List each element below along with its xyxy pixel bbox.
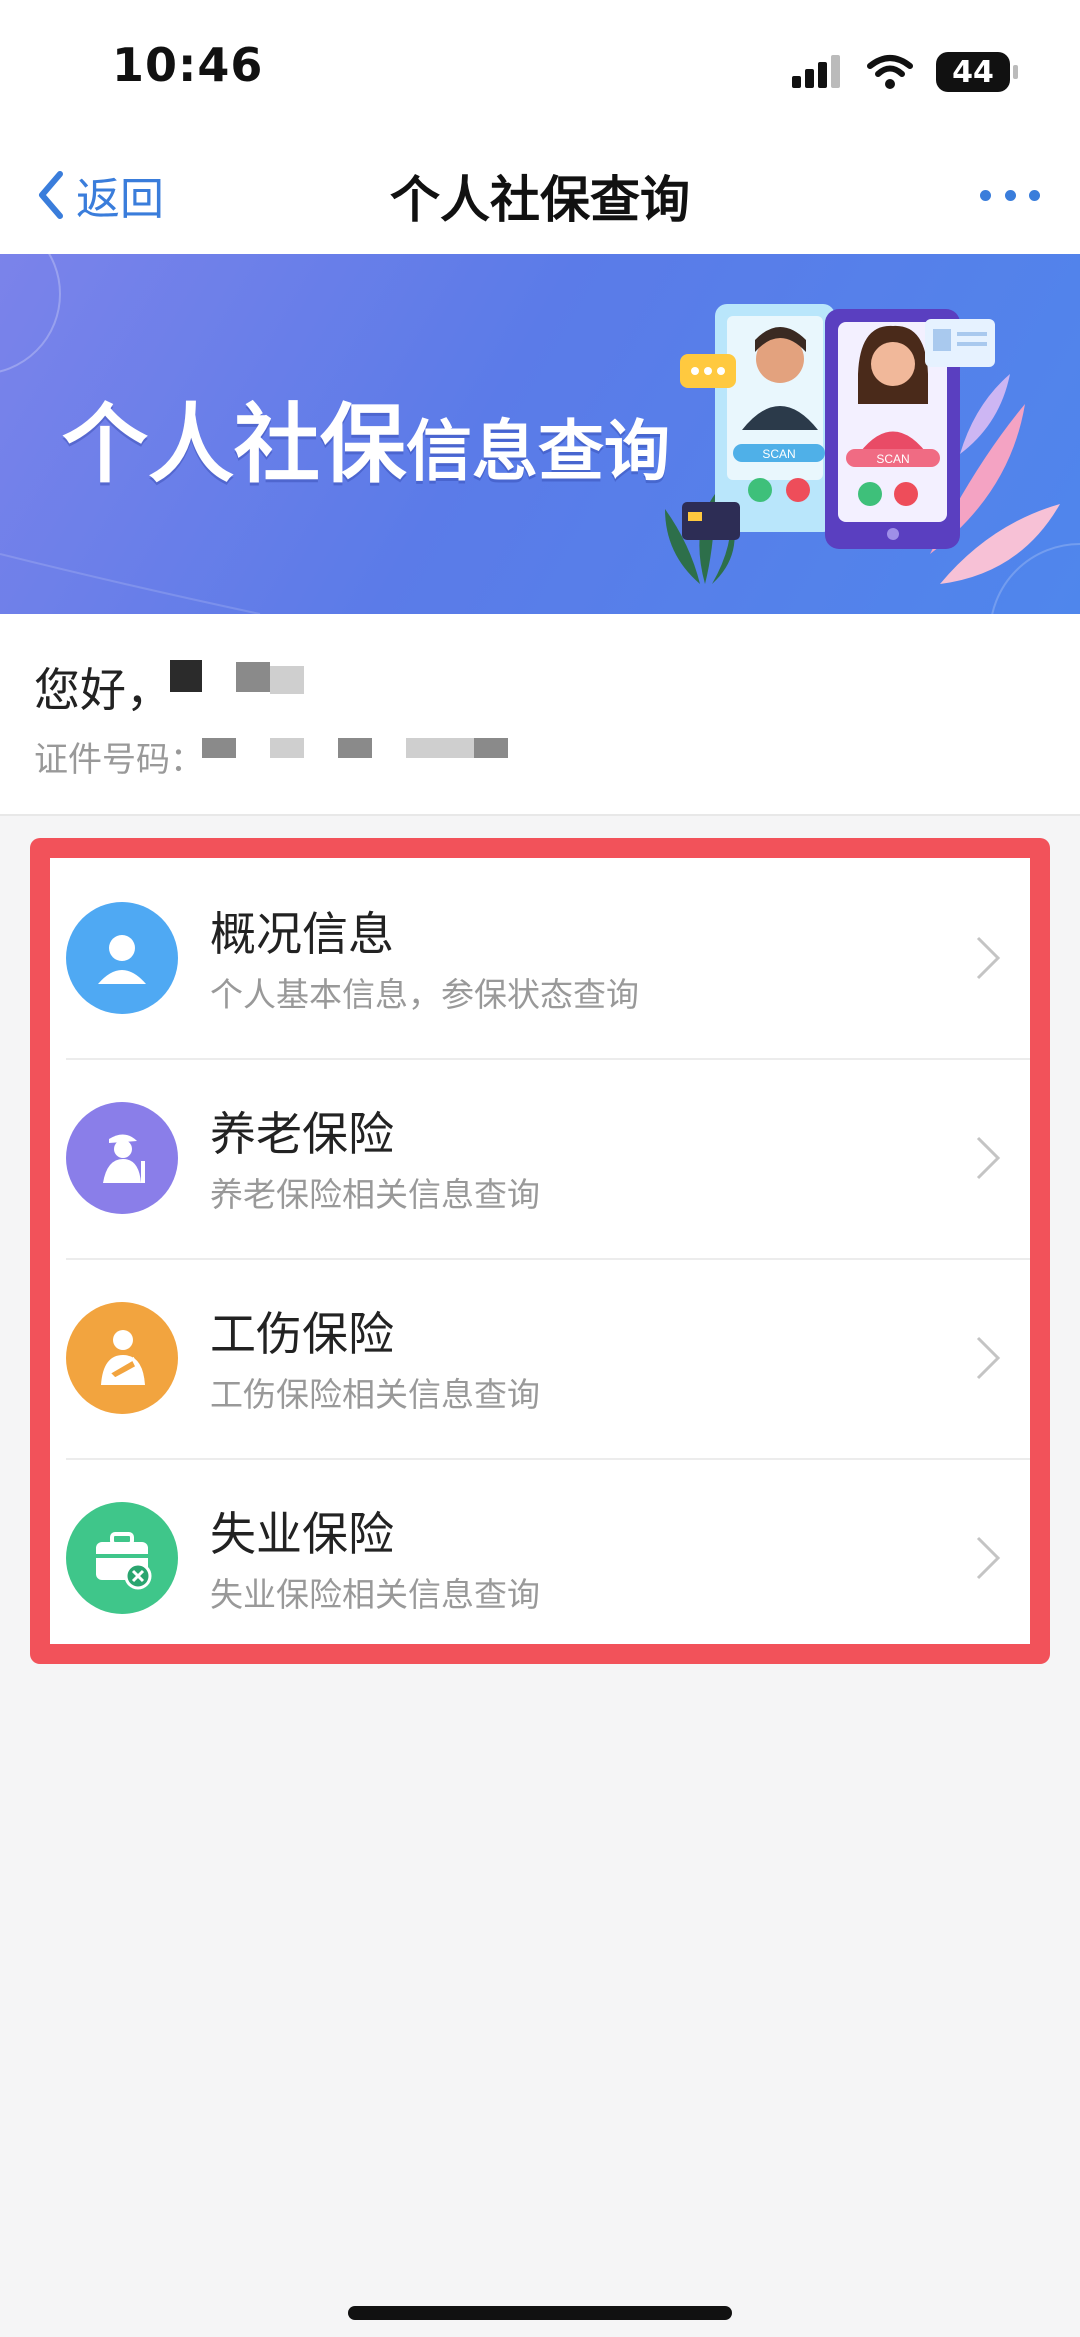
redacted-id-block: [440, 738, 474, 758]
battery-icon: 44: [936, 52, 1018, 92]
scan-label-1: SCAN: [762, 447, 795, 461]
briefcase-icon: [66, 1502, 178, 1614]
battery-level: 44: [952, 54, 994, 90]
redacted-name-block: [170, 660, 202, 692]
id-number-label: 证件号码：: [34, 740, 204, 780]
insurance-menu-card: 概况信息 个人基本信息，参保状态查询 养老保险 养老保险相关信息查询 工伤保险 …: [30, 838, 1050, 1664]
page-title: 个人社保查询: [390, 171, 690, 229]
hero-banner: SCAN SCAN 个人社保 信息查询: [0, 254, 1080, 614]
nav-bar: 返回 个人社保查询: [0, 140, 1080, 254]
status-bar: 10:46 44: [0, 0, 1080, 140]
wifi-icon: [867, 55, 913, 89]
banner-title-part2: 信息查询: [406, 413, 670, 490]
redacted-id-block: [202, 738, 236, 758]
elderly-icon: [66, 1102, 178, 1214]
chevron-right-icon: [976, 1536, 1001, 1580]
status-icons: 44: [792, 50, 1018, 94]
menu-item-subtitle: 个人基本信息，参保状态查询: [210, 975, 639, 1014]
cellular-signal-icon: [792, 55, 840, 88]
redacted-id-block: [270, 738, 304, 758]
more-button[interactable]: [980, 180, 1040, 210]
banner-title-part1: 个人社保: [62, 395, 406, 495]
menu-item-title: 养老保险: [210, 1107, 394, 1161]
redacted-name-block: [236, 662, 270, 692]
menu-item-title: 失业保险: [210, 1507, 394, 1561]
menu-item-title: 概况信息: [210, 907, 394, 961]
more-dot-icon: [1029, 189, 1040, 201]
chevron-right-icon: [976, 1136, 1001, 1180]
status-time: 10:46: [112, 38, 264, 92]
menu-item-work-injury[interactable]: 工伤保险 工伤保险相关信息查询: [50, 1258, 1030, 1458]
redacted-id-block: [406, 738, 440, 758]
banner-title: 个人社保 信息查询: [62, 374, 670, 499]
injury-icon: [66, 1302, 178, 1414]
menu-item-unemployment[interactable]: 失业保险 失业保险相关信息查询: [50, 1458, 1030, 1658]
menu-item-subtitle: 养老保险相关信息查询: [210, 1175, 540, 1214]
redacted-id-block: [338, 738, 372, 758]
person-icon: [66, 902, 178, 1014]
redacted-name-block: [270, 666, 304, 694]
menu-item-title: 工伤保险: [210, 1307, 394, 1361]
more-dot-icon: [1004, 189, 1016, 201]
chevron-right-icon: [976, 936, 1001, 980]
home-indicator[interactable]: [348, 2306, 732, 2320]
menu-item-pension[interactable]: 养老保险 养老保险相关信息查询: [50, 1058, 1030, 1258]
menu-item-overview[interactable]: 概况信息 个人基本信息，参保状态查询: [50, 858, 1030, 1058]
menu-item-subtitle: 失业保险相关信息查询: [210, 1575, 540, 1614]
more-dot-icon: [980, 189, 991, 201]
redacted-id-block: [474, 738, 508, 758]
chevron-right-icon: [976, 1336, 1001, 1380]
menu-item-subtitle: 工伤保险相关信息查询: [210, 1375, 540, 1414]
scan-label-2: SCAN: [876, 452, 909, 466]
greeting-text: 您好，: [34, 663, 172, 717]
user-greeting: 您好， 证件号码：: [0, 614, 1080, 816]
